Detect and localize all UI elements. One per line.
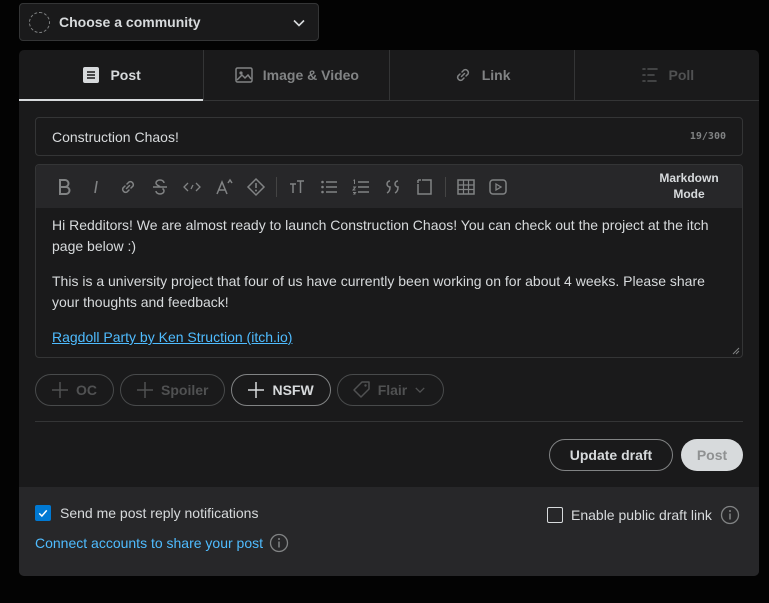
tab-link[interactable]: Link: [390, 50, 575, 100]
post-body-editor[interactable]: Markdown Mode Hi Redditors! We are almos…: [35, 164, 743, 358]
connect-accounts-link[interactable]: Connect accounts to share your post: [35, 533, 289, 553]
tab-post-label: Post: [110, 67, 141, 83]
bulleted-list-icon: [321, 180, 337, 193]
post-button[interactable]: Post: [681, 439, 743, 471]
plus-icon: [137, 382, 153, 398]
tab-image-video[interactable]: Image & Video: [204, 50, 390, 100]
spoiler-tag-label: Spoiler: [161, 382, 209, 398]
post-options-footer: Send me post reply notifications Connect…: [19, 487, 759, 576]
body-link[interactable]: Ragdoll Party by Ken Struction (itch.io): [52, 329, 292, 345]
markdown-mode-line2: Mode: [673, 187, 705, 201]
update-draft-button[interactable]: Update draft: [549, 439, 673, 471]
bold-icon: [59, 178, 71, 195]
tab-link-label: Link: [481, 67, 511, 83]
notify-option[interactable]: Send me post reply notifications: [35, 505, 258, 521]
quote-block-button[interactable]: [377, 165, 409, 208]
post-type-tabs: Post Image & Video Link Poll: [19, 50, 759, 101]
toolbar-divider: [276, 176, 277, 197]
tab-post[interactable]: Post: [19, 50, 205, 101]
strikethrough-button[interactable]: [144, 165, 176, 208]
chevron-down-icon: [415, 387, 425, 393]
bold-button[interactable]: [48, 165, 80, 208]
poll-icon: [641, 68, 658, 82]
code-block-icon: [417, 178, 432, 195]
numbered-list-button[interactable]: [345, 165, 377, 208]
strikethrough-icon: [153, 178, 167, 195]
bulleted-list-button[interactable]: [313, 165, 345, 208]
info-icon[interactable]: [269, 533, 289, 553]
public-draft-checkbox[interactable]: [547, 507, 563, 523]
plus-icon: [248, 382, 265, 398]
heading-icon: [290, 179, 304, 193]
title-input[interactable]: Construction Chaos! 19/300: [35, 117, 743, 156]
tab-poll-label: Poll: [668, 67, 695, 83]
tab-image-video-label: Image & Video: [262, 67, 359, 83]
resize-handle-icon[interactable]: [732, 347, 740, 355]
tab-poll[interactable]: Poll: [575, 50, 759, 100]
title-char-count: 19/300: [689, 131, 726, 142]
notify-label: Send me post reply notifications: [60, 505, 259, 521]
link-icon: [456, 68, 469, 82]
spoiler-tag-button[interactable]: Spoiler: [120, 374, 226, 406]
code-block-button[interactable]: [409, 165, 441, 208]
community-placeholder-icon: [29, 11, 50, 33]
oc-tag-label: OC: [76, 382, 97, 398]
community-selector-label: Choose a community: [59, 14, 201, 30]
flair-tag-label: Flair: [377, 382, 408, 398]
spoiler-icon: [246, 177, 266, 196]
info-icon[interactable]: [720, 505, 740, 525]
inline-code-button[interactable]: [176, 165, 208, 208]
italic-button[interactable]: [80, 165, 112, 208]
editor-toolbar: Markdown Mode: [36, 165, 742, 208]
create-post-panel: Post Image & Video Link Poll Constructio…: [19, 50, 759, 576]
link-button[interactable]: [112, 165, 144, 208]
title-value[interactable]: Construction Chaos!: [52, 129, 690, 145]
video-button[interactable]: [482, 165, 514, 208]
public-draft-label: Enable public draft link: [571, 507, 712, 523]
actions-divider: [35, 421, 743, 422]
editor-content[interactable]: Hi Redditors! We are almost ready to lau…: [36, 208, 742, 348]
flair-tag-button[interactable]: Flair: [336, 374, 445, 406]
table-icon: [457, 178, 475, 195]
quote-icon: [386, 179, 399, 194]
superscript-icon: [216, 178, 233, 194]
tag-icon: [352, 381, 370, 398]
nsfw-tag-label: NSFW: [272, 382, 314, 398]
code-icon: [183, 182, 201, 191]
oc-tag-button[interactable]: OC: [35, 374, 114, 406]
link-icon: [121, 180, 135, 193]
body-paragraph-1: Hi Redditors! We are almost ready to lau…: [52, 217, 709, 254]
public-draft-option[interactable]: Enable public draft link: [547, 505, 740, 525]
markdown-mode-button[interactable]: Markdown Mode: [656, 170, 722, 202]
heading-button[interactable]: [281, 165, 313, 208]
superscript-button[interactable]: [208, 165, 240, 208]
post-icon: [83, 67, 100, 83]
toolbar-divider: [445, 176, 446, 197]
post-tags: OC Spoiler NSFW Flair: [35, 374, 445, 406]
checkmark-icon: [38, 509, 48, 518]
markdown-mode-line1: Markdown: [659, 171, 719, 185]
spoiler-button[interactable]: [240, 165, 272, 208]
chevron-down-icon: [293, 19, 305, 27]
numbered-list-icon: [351, 178, 369, 194]
connect-accounts-label: Connect accounts to share your post: [35, 535, 264, 551]
image-icon: [235, 67, 253, 83]
italic-icon: [94, 180, 98, 193]
table-button[interactable]: [450, 165, 482, 208]
notify-checkbox[interactable]: [35, 505, 51, 521]
video-icon: [489, 178, 507, 195]
plus-icon: [52, 382, 68, 398]
body-paragraph-2: This is a university project that four o…: [52, 273, 705, 310]
nsfw-tag-button[interactable]: NSFW: [231, 374, 331, 406]
community-selector[interactable]: Choose a community: [19, 3, 319, 41]
